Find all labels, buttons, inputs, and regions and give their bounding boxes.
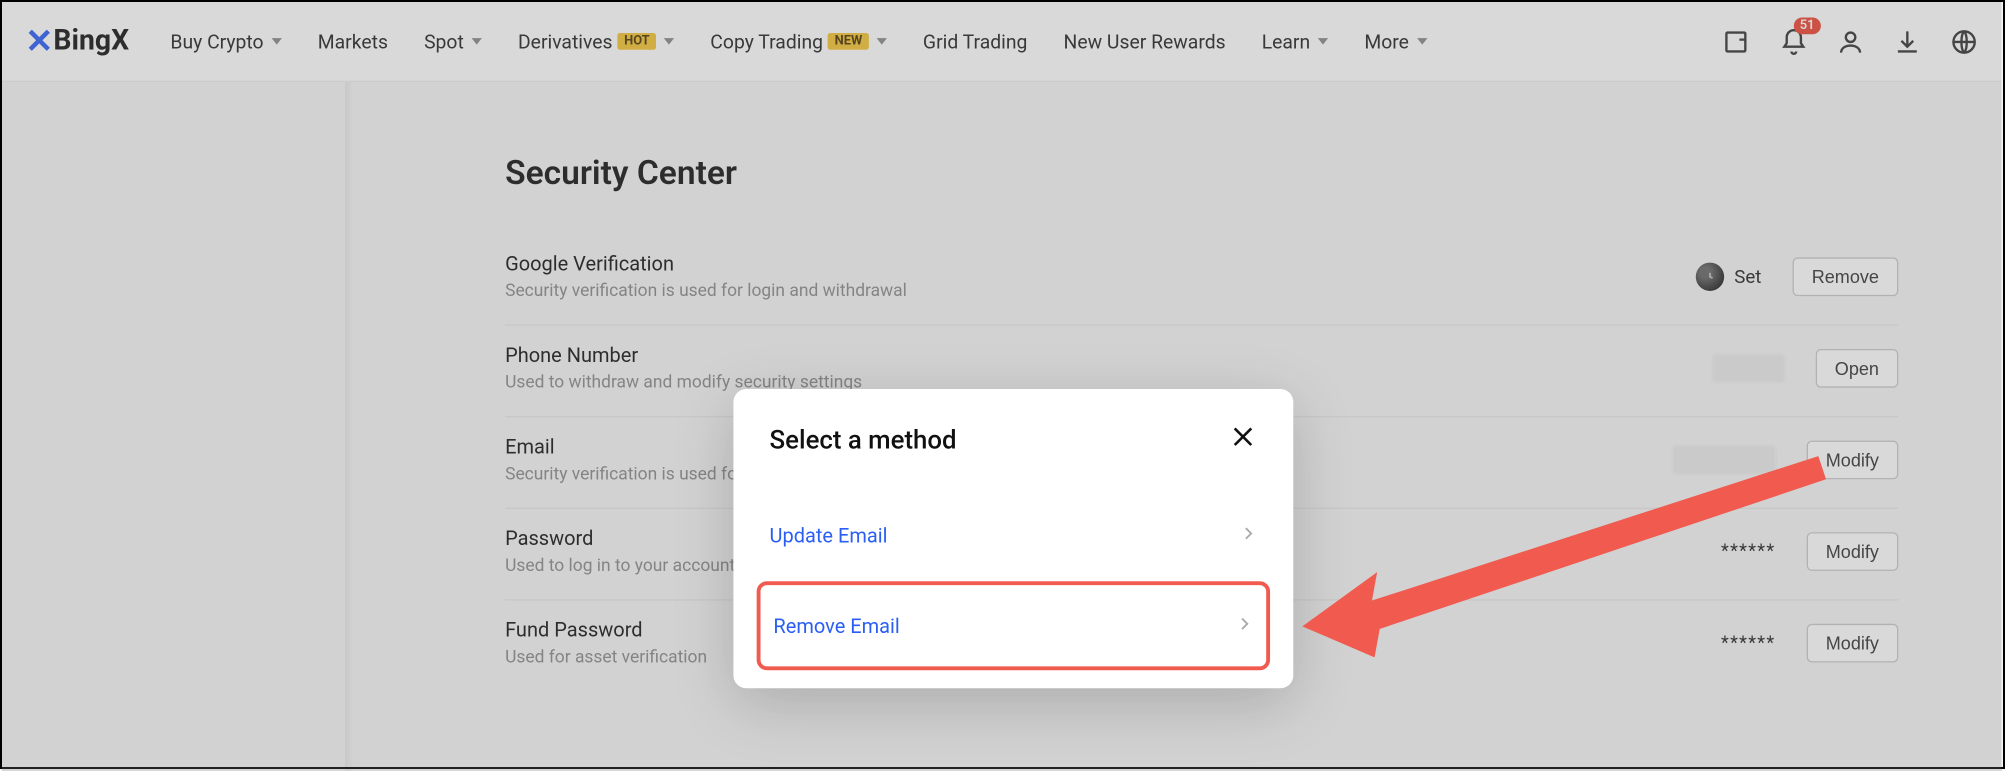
option-label: Update Email	[770, 524, 888, 547]
globe-icon[interactable]	[1950, 27, 1978, 55]
wallet-icon[interactable]	[1723, 27, 1751, 55]
brand-name: BingX	[53, 25, 129, 57]
nav-more[interactable]: More	[1364, 30, 1427, 53]
close-icon[interactable]	[1229, 423, 1257, 457]
modify-button[interactable]: Modify	[1806, 532, 1898, 571]
chevron-down-icon	[271, 38, 281, 44]
chevron-down-icon	[664, 38, 674, 44]
nav-copy-trading[interactable]: Copy Trading NEW	[710, 30, 886, 53]
nav-label: Derivatives	[518, 30, 613, 53]
nav-label: New User Rewards	[1064, 30, 1226, 53]
setting-title: Password	[505, 527, 735, 550]
status-text: Set	[1734, 266, 1761, 288]
nav-label: Copy Trading	[710, 30, 823, 53]
nav-learn[interactable]: Learn	[1262, 30, 1329, 53]
status-indicator: Set	[1696, 263, 1762, 291]
authenticator-icon	[1696, 263, 1724, 291]
setting-desc: Used to log in to your account	[505, 555, 735, 576]
option-remove-email[interactable]: Remove Email	[773, 585, 1253, 666]
nav-label: Buy Crypto	[170, 30, 263, 53]
nav-label: More	[1364, 30, 1409, 53]
nav-label: Spot	[424, 30, 464, 53]
sidebar-divider	[345, 82, 353, 771]
nav-grid-trading[interactable]: Grid Trading	[923, 30, 1027, 53]
brand-mark-icon: ✕	[25, 22, 48, 61]
setting-title: Google Verification	[505, 252, 907, 275]
chevron-right-icon	[1235, 613, 1253, 638]
download-icon[interactable]	[1893, 27, 1921, 55]
select-method-modal: Select a method Update Email Remove Emai…	[733, 389, 1293, 688]
masked-value	[1712, 354, 1784, 382]
topbar-actions: 51	[1723, 27, 1978, 55]
setting-desc: Used for asset verification	[505, 647, 707, 668]
chevron-down-icon	[1318, 38, 1328, 44]
nav-label: Grid Trading	[923, 30, 1027, 53]
top-navbar: ✕ BingX Buy Crypto Markets Spot Derivati…	[2, 2, 2002, 82]
page-title: Security Center	[505, 154, 1898, 193]
masked-value: ******	[1721, 541, 1775, 562]
annotation-highlight: Remove Email	[757, 581, 1270, 670]
modify-button[interactable]: Modify	[1806, 624, 1898, 663]
setting-google-verification: Google Verification Security verificatio…	[505, 252, 1898, 326]
modify-button[interactable]: Modify	[1806, 441, 1898, 480]
setting-desc: Security verification is used fo	[505, 464, 737, 485]
option-update-email[interactable]: Update Email	[770, 500, 1258, 571]
chevron-down-icon	[1417, 38, 1427, 44]
nav-label: Markets	[318, 30, 388, 53]
nav-derivatives[interactable]: Derivatives HOT	[518, 30, 674, 53]
chevron-down-icon	[472, 38, 482, 44]
setting-title: Phone Number	[505, 344, 862, 367]
remove-button[interactable]: Remove	[1792, 257, 1898, 296]
nav-markets[interactable]: Markets	[318, 30, 388, 53]
open-button[interactable]: Open	[1815, 349, 1898, 388]
setting-title: Fund Password	[505, 619, 707, 642]
main-nav: Buy Crypto Markets Spot Derivatives HOT …	[170, 30, 1722, 53]
setting-title: Email	[505, 435, 737, 458]
chevron-right-icon	[1239, 523, 1257, 548]
modal-title: Select a method	[770, 424, 957, 455]
chevron-down-icon	[876, 38, 886, 44]
nav-new-user-rewards[interactable]: New User Rewards	[1064, 30, 1226, 53]
nav-label: Learn	[1262, 30, 1310, 53]
notifications-icon[interactable]: 51	[1780, 27, 1808, 55]
setting-desc: Security verification is used for login …	[505, 281, 907, 302]
notification-count-badge: 51	[1793, 17, 1821, 34]
new-badge: NEW	[828, 33, 869, 50]
brand-logo[interactable]: ✕ BingX	[25, 22, 129, 61]
user-icon[interactable]	[1836, 27, 1864, 55]
nav-buy-crypto[interactable]: Buy Crypto	[170, 30, 281, 53]
masked-value	[1672, 446, 1775, 474]
nav-spot[interactable]: Spot	[424, 30, 482, 53]
masked-value: ******	[1721, 633, 1775, 654]
hot-badge: HOT	[618, 33, 656, 50]
option-label: Remove Email	[773, 614, 899, 637]
